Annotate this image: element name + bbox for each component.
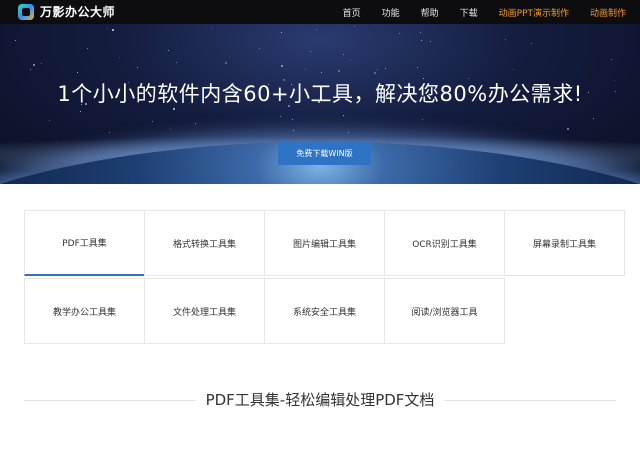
tab-image-edit[interactable]: 图片编辑工具集: [264, 210, 385, 276]
star: [80, 111, 81, 112]
star: [119, 57, 120, 58]
tab-format-convert[interactable]: 格式转换工具集: [144, 210, 265, 276]
star: [422, 119, 423, 120]
nav-menu: 首页 功能 帮助 下载 动画PPT演示制作 动画制作: [322, 0, 626, 24]
logo[interactable]: 万影办公大师: [18, 3, 115, 20]
star: [417, 67, 418, 68]
star: [281, 32, 282, 33]
star: [292, 119, 293, 120]
star: [430, 41, 431, 42]
star: [611, 59, 612, 60]
nav-item-download[interactable]: 下载: [460, 6, 478, 19]
star: [377, 69, 378, 70]
star: [87, 48, 88, 49]
star: [137, 67, 138, 68]
tab-system-security[interactable]: 系统安全工具集: [264, 278, 385, 344]
star: [593, 118, 594, 119]
star: [30, 69, 31, 70]
star: [354, 26, 355, 27]
star: [421, 40, 422, 41]
logo-text: 万影办公大师: [40, 5, 116, 19]
star: [293, 130, 294, 131]
star: [321, 72, 322, 73]
hero-title: 1个小小的软件内含60+小工具，解决您80%办公需求!: [57, 82, 583, 106]
star: [176, 62, 177, 63]
tab-file-processing[interactable]: 文件处理工具集: [144, 278, 265, 344]
star: [107, 28, 108, 29]
star: [374, 72, 376, 74]
star: [195, 123, 196, 124]
star: [33, 64, 35, 66]
star: [420, 32, 421, 33]
star: [49, 120, 50, 121]
star: [567, 128, 569, 130]
tab-pdf-tools[interactable]: PDF工具集: [24, 210, 145, 276]
star: [505, 39, 506, 40]
star: [41, 63, 42, 64]
star: [310, 51, 311, 52]
star: [385, 68, 386, 69]
star: [109, 132, 110, 133]
nav-item-animation[interactable]: 动画制作: [590, 6, 626, 19]
nav-item-features[interactable]: 功能: [382, 6, 400, 19]
section-title: PDF工具集-轻松编辑处理PDF文档: [0, 389, 640, 410]
download-win-button[interactable]: 免费下载WIN版: [278, 141, 371, 165]
star: [77, 72, 78, 73]
star: [531, 43, 532, 44]
star: [112, 29, 114, 31]
star: [399, 33, 400, 34]
nav-item-ppt-animation[interactable]: 动画PPT演示制作: [499, 6, 569, 19]
tab-ocr[interactable]: OCR识别工具集: [384, 210, 505, 276]
tab-screen-record[interactable]: 屏幕录制工具集: [504, 210, 625, 276]
star: [225, 62, 227, 64]
star: [343, 115, 344, 116]
star: [348, 132, 349, 133]
star: [338, 70, 340, 72]
star: [170, 129, 171, 130]
star: [350, 60, 351, 61]
star: [281, 65, 283, 67]
star: [316, 29, 317, 30]
star: [259, 48, 260, 49]
logo-icon: [18, 3, 34, 20]
hero-banner: 1个小小的软件内含60+小工具，解决您80%办公需求! 免费下载WIN版: [0, 24, 640, 184]
star: [305, 69, 306, 70]
top-nav: 万影办公大师 首页 功能 帮助 下载 动画PPT演示制作 动画制作: [0, 0, 640, 24]
nav-item-home[interactable]: 首页: [343, 6, 361, 19]
star: [152, 121, 153, 122]
star: [168, 50, 169, 51]
star: [211, 27, 212, 28]
tab-reader-browser[interactable]: 阅读/浏览器工具: [384, 278, 505, 344]
nav-item-help[interactable]: 帮助: [421, 6, 439, 19]
star: [513, 69, 514, 70]
section-title-text: PDF工具集-轻松编辑处理PDF文档: [195, 391, 445, 409]
tab-teaching-office[interactable]: 教学办公工具集: [24, 278, 145, 344]
star: [15, 40, 16, 41]
star: [343, 54, 344, 55]
star: [280, 116, 281, 117]
star: [173, 108, 175, 110]
